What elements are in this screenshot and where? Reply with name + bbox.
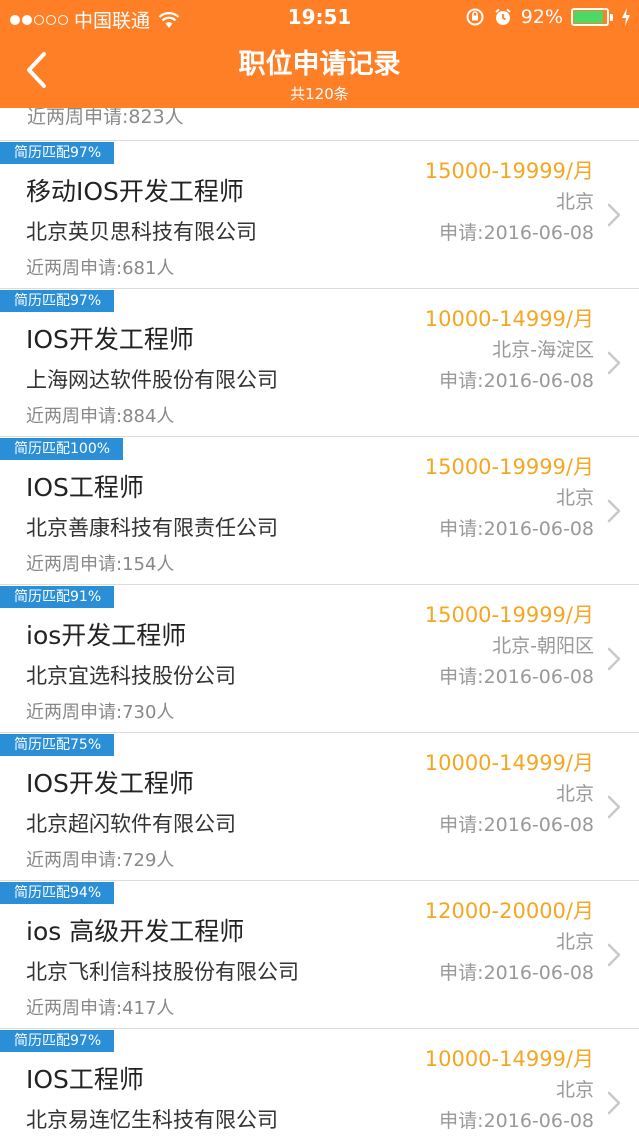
match-badge: 简历匹配91% [0, 586, 115, 608]
job-title: ios开发工程师 [26, 621, 187, 650]
chevron-right-icon [607, 499, 621, 523]
rotation-lock-icon [466, 8, 484, 26]
battery-percent: 92% [520, 6, 563, 28]
applicant-count: 近两周申请:730人 [26, 702, 175, 723]
status-bar: 中国联通 19:51 92% [0, 0, 639, 36]
company-name: 上海网达软件股份有限公司 [26, 368, 278, 392]
chevron-right-icon [607, 795, 621, 819]
applicant-count: 近两周申请:154人 [26, 554, 175, 575]
charging-icon [622, 8, 630, 26]
job-list-item[interactable]: 简历匹配100% IOS工程师 北京善康科技有限责任公司 近两周申请:154人 … [0, 437, 639, 585]
header-bar: 中国联通 19:51 92% 职位申请记录 共120条 [0, 0, 639, 108]
job-title: IOS工程师 [26, 1065, 144, 1094]
company-name: 北京宜选科技股份公司 [26, 664, 236, 688]
job-location: 北京 [555, 1079, 594, 1101]
job-title: IOS开发工程师 [26, 769, 194, 798]
list-item-partial[interactable]: 近两周申请:823人 [0, 108, 639, 141]
apply-date: 申请:2016-06-08 [439, 666, 594, 688]
status-right: 92% [465, 6, 631, 28]
job-title: 移动IOS开发工程师 [26, 177, 244, 206]
match-badge: 简历匹配97% [0, 1030, 115, 1052]
applicant-count: 近两周申请:823人 [27, 108, 184, 128]
job-list-item[interactable]: 简历匹配94% ios 高级开发工程师 北京飞利信科技股份有限公司 近两周申请:… [0, 881, 639, 1029]
apply-date: 申请:2016-06-08 [439, 518, 594, 540]
chevron-right-icon [607, 647, 621, 671]
apply-date: 申请:2016-06-08 [439, 370, 594, 392]
job-location: 北京-朝阳区 [492, 635, 594, 657]
salary: 10000-14999/月 [424, 307, 594, 331]
job-title: ios 高级开发工程师 [26, 917, 245, 946]
company-name: 北京超闪软件有限公司 [26, 812, 236, 836]
job-location: 北京 [555, 783, 594, 805]
chevron-right-icon [607, 351, 621, 375]
company-name: 北京易连忆生科技有限公司 [26, 1108, 278, 1132]
salary: 10000-14999/月 [424, 751, 594, 775]
apply-date: 申请:2016-06-08 [439, 962, 594, 984]
job-title: IOS开发工程师 [26, 325, 194, 354]
job-location: 北京 [555, 191, 594, 213]
applicant-count: 近两周申请:729人 [26, 850, 175, 871]
match-badge: 简历匹配75% [0, 734, 115, 756]
job-list[interactable]: 近两周申请:823人 简历匹配97% 移动IOS开发工程师 北京英贝思科技有限公… [0, 108, 639, 1136]
match-badge: 简历匹配97% [0, 290, 115, 312]
apply-date: 申请:2016-06-08 [439, 222, 594, 244]
applicant-count: 近两周申请:417人 [26, 998, 175, 1019]
chevron-right-icon [607, 1091, 621, 1115]
job-location: 北京 [555, 931, 594, 953]
apply-date: 申请:2016-06-08 [439, 1110, 594, 1132]
salary: 15000-19999/月 [424, 159, 594, 183]
applicant-count: 近两周申请:681人 [26, 258, 175, 279]
job-list-item[interactable]: 简历匹配97% IOS工程师 北京易连忆生科技有限公司 10000-14999/… [0, 1029, 639, 1136]
job-list-item[interactable]: 简历匹配75% IOS开发工程师 北京超闪软件有限公司 近两周申请:729人 1… [0, 733, 639, 881]
job-list-item[interactable]: 简历匹配97% IOS开发工程师 上海网达软件股份有限公司 近两周申请:884人… [0, 289, 639, 437]
company-name: 北京善康科技有限责任公司 [26, 516, 278, 540]
match-badge: 简历匹配100% [0, 438, 124, 460]
salary: 10000-14999/月 [424, 1047, 594, 1071]
job-location: 北京-海淀区 [492, 339, 594, 361]
apply-date: 申请:2016-06-08 [439, 814, 594, 836]
chevron-right-icon [607, 203, 621, 227]
salary: 12000-20000/月 [424, 899, 594, 923]
job-list-item[interactable]: 简历匹配91% ios开发工程师 北京宜选科技股份公司 近两周申请:730人 1… [0, 585, 639, 733]
record-count: 共120条 [290, 85, 349, 103]
salary: 15000-19999/月 [424, 603, 594, 627]
chevron-right-icon [607, 943, 621, 967]
applicant-count: 近两周申请:884人 [26, 406, 175, 427]
job-title: IOS工程师 [26, 473, 144, 502]
job-list-item[interactable]: 简历匹配97% 移动IOS开发工程师 北京英贝思科技有限公司 近两周申请:681… [0, 141, 639, 289]
salary: 15000-19999/月 [424, 455, 594, 479]
match-badge: 简历匹配97% [0, 142, 115, 164]
company-name: 北京飞利信科技股份有限公司 [26, 960, 299, 984]
alarm-icon [495, 8, 511, 25]
job-location: 北京 [555, 487, 594, 509]
battery-icon [571, 8, 613, 26]
page-title: 职位申请记录 [238, 49, 401, 80]
company-name: 北京英贝思科技有限公司 [26, 220, 257, 244]
match-badge: 简历匹配94% [0, 882, 115, 904]
